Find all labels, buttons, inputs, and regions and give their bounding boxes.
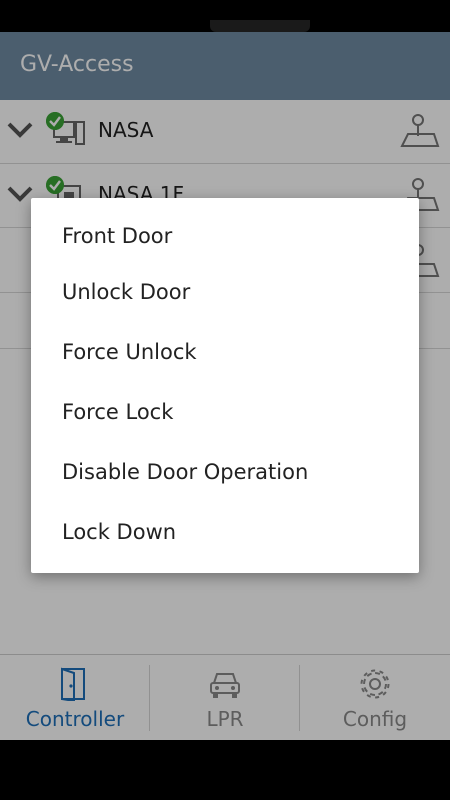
menu-item-unlock-door[interactable]: Unlock Door	[62, 280, 190, 304]
menu-item-disable-door-operation[interactable]: Disable Door Operation	[62, 460, 308, 484]
door-action-dialog: Front Door Unlock Door Force Unlock Forc…	[31, 198, 419, 573]
app-screen: GV-Access NASA NASA 1F Controller LPR Co…	[0, 32, 450, 740]
menu-item-force-unlock[interactable]: Force Unlock	[62, 340, 197, 364]
menu-item-force-lock[interactable]: Force Lock	[62, 400, 173, 424]
camera-notch	[210, 20, 310, 32]
dialog-title: Front Door	[62, 224, 173, 248]
system-nav-bar	[0, 740, 450, 800]
menu-item-lock-down[interactable]: Lock Down	[62, 520, 176, 544]
status-bar	[0, 0, 450, 32]
